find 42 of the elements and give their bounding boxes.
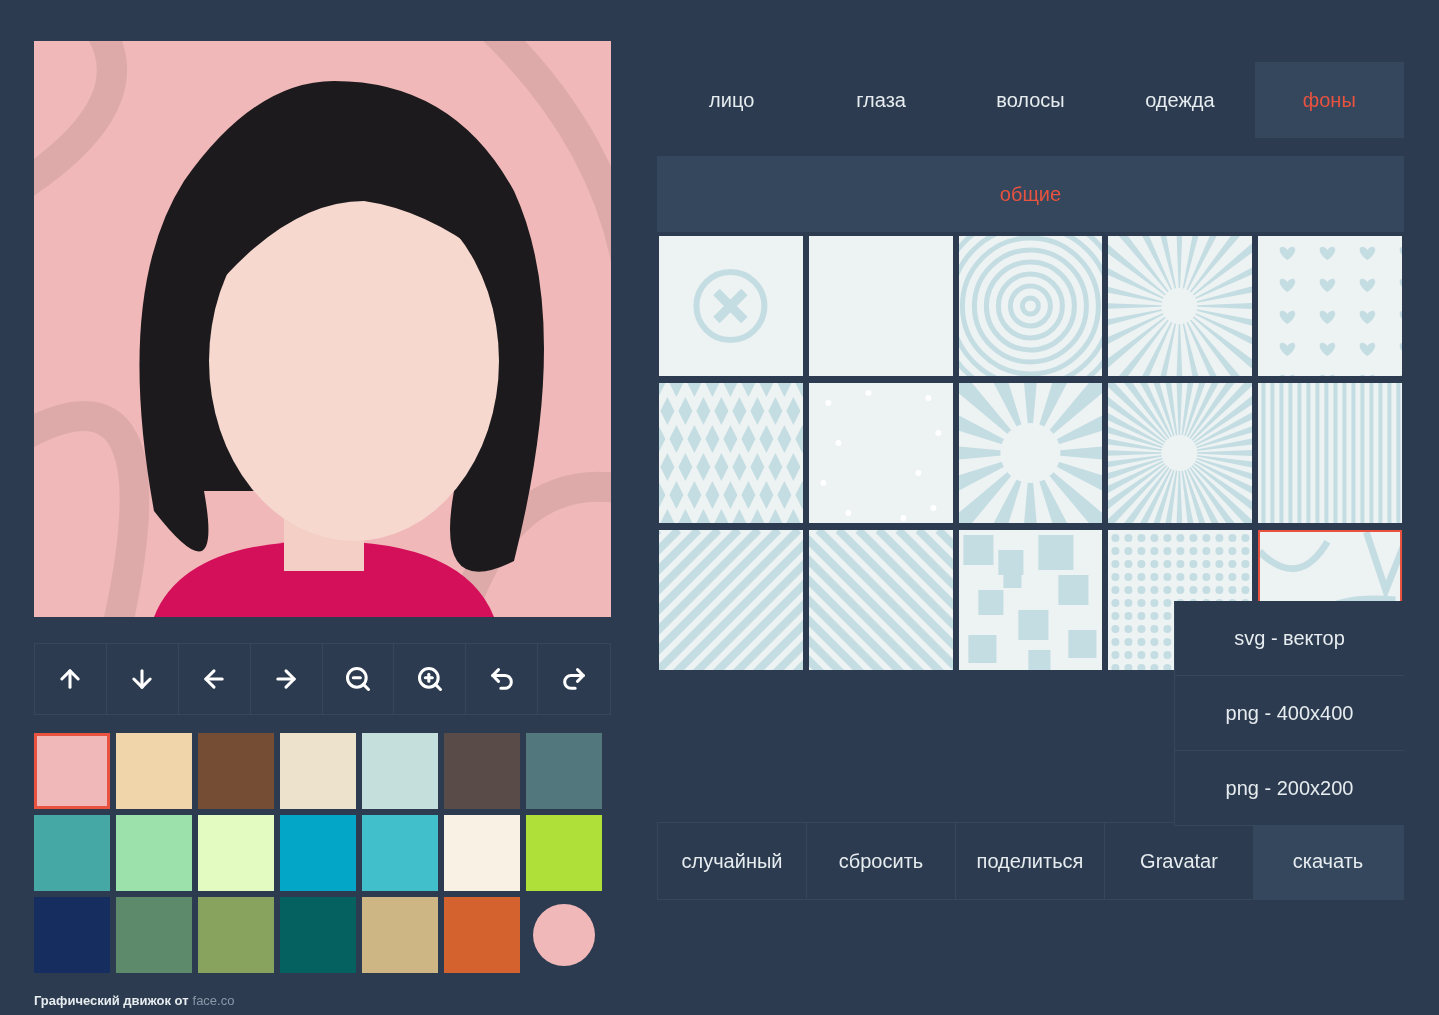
color-swatch[interactable] (280, 897, 356, 973)
color-swatch[interactable] (280, 815, 356, 891)
background-tile[interactable] (808, 236, 953, 376)
background-tile[interactable] (958, 383, 1103, 523)
color-swatch[interactable] (198, 733, 274, 809)
category-tab[interactable]: одежда (1105, 62, 1255, 138)
color-swatch[interactable] (116, 815, 192, 891)
background-tile[interactable] (1108, 236, 1253, 376)
background-tile[interactable] (1108, 383, 1253, 523)
download-menu-item[interactable]: svg - вектор (1174, 601, 1404, 676)
color-swatch[interactable] (280, 733, 356, 809)
download-menu-item[interactable]: png - 200x200 (1174, 751, 1404, 826)
background-tile[interactable] (1258, 383, 1402, 523)
footer-link[interactable]: face.co (192, 993, 235, 1008)
color-swatch[interactable] (116, 897, 192, 973)
color-swatch[interactable] (444, 897, 520, 973)
color-swatch[interactable] (526, 733, 602, 809)
action-button[interactable]: скачать (1254, 823, 1403, 899)
footer-text: Графический движок от (34, 993, 189, 1008)
category-tab[interactable]: лицо (657, 62, 807, 138)
color-swatch[interactable] (362, 815, 438, 891)
color-swatch[interactable] (444, 815, 520, 891)
background-tile[interactable] (659, 236, 803, 376)
background-tile[interactable] (659, 383, 803, 523)
color-swatch[interactable] (198, 815, 274, 891)
color-swatch[interactable] (198, 897, 274, 973)
color-swatch[interactable] (362, 897, 438, 973)
background-tile[interactable] (808, 383, 953, 523)
color-swatch[interactable] (362, 733, 438, 809)
color-swatch[interactable] (34, 733, 110, 809)
close-circle-icon (693, 269, 768, 343)
background-tile[interactable] (1258, 236, 1402, 376)
color-swatch[interactable] (444, 733, 520, 809)
download-menu-item[interactable]: png - 400x400 (1174, 676, 1404, 751)
zoom-out-icon (343, 665, 372, 693)
background-tile[interactable] (958, 530, 1103, 670)
zoom-in-icon (415, 665, 444, 693)
color-swatch[interactable] (116, 733, 192, 809)
category-tab[interactable]: глаза (806, 62, 956, 138)
color-swatch[interactable] (34, 815, 110, 891)
color-swatch[interactable] (526, 815, 602, 891)
category-tab[interactable]: волосы (955, 62, 1106, 138)
